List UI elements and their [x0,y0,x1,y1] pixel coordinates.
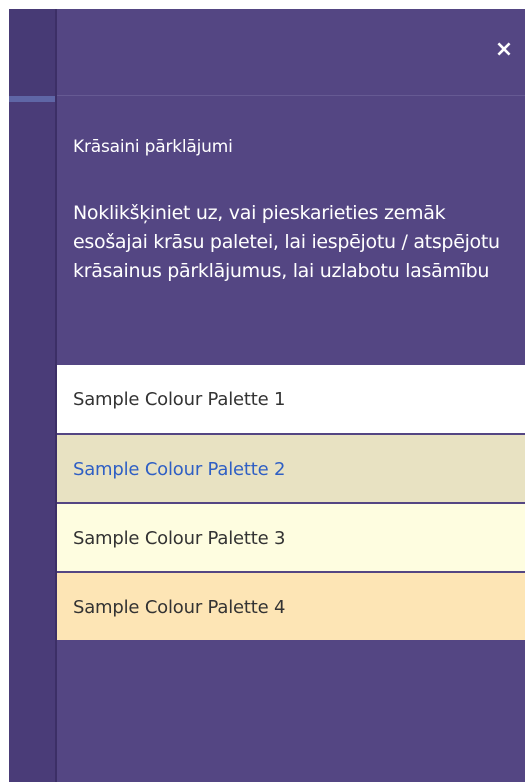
palette-list: Sample Colour Palette 1 Sample Colour Pa… [57,365,525,642]
panel-header: × [57,9,525,96]
palette-option-4[interactable]: Sample Colour Palette 4 [57,573,525,642]
colour-overlay-panel: × Krāsaini pārklājumi Noklikšķiniet uz, … [55,9,525,782]
close-icon[interactable]: × [491,36,517,64]
page-backdrop [9,9,55,782]
palette-option-1[interactable]: Sample Colour Palette 1 [57,365,525,435]
palette-option-3[interactable]: Sample Colour Palette 3 [57,504,525,573]
palette-option-2[interactable]: Sample Colour Palette 2 [57,435,525,504]
backdrop-header-band [9,9,55,96]
page: × Krāsaini pārklājumi Noklikšķiniet uz, … [0,0,525,782]
panel-title: Krāsaini pārklājumi [73,137,233,157]
panel-description: Noklikšķiniet uz, vai pieskarieties zemā… [73,202,500,282]
backdrop-accent-bar [9,96,55,102]
